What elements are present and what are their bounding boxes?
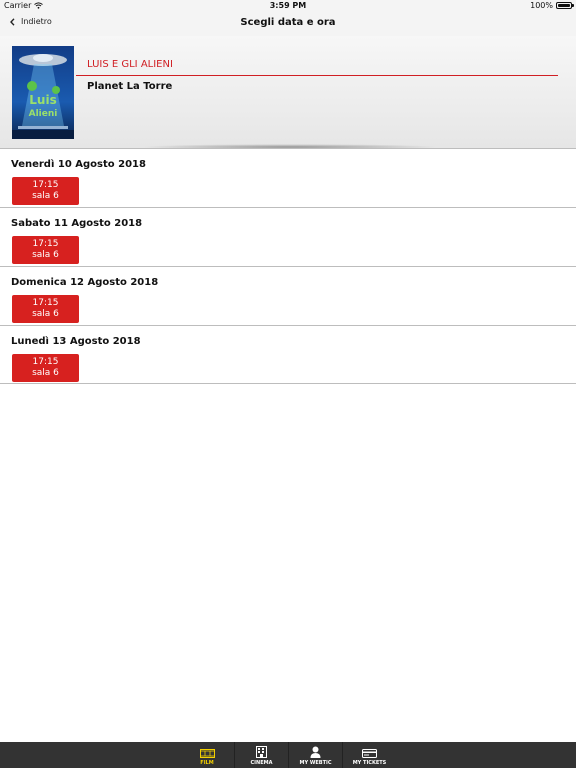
- showtime-room: sala 6: [32, 250, 59, 260]
- cinema-name: Planet La Torre: [87, 81, 173, 92]
- battery-indicator: 100%: [530, 1, 574, 10]
- showtime-time: 17:15: [32, 180, 59, 190]
- svg-text:Luis: Luis: [29, 93, 56, 107]
- day-label: Domenica 12 Agosto 2018: [11, 277, 159, 288]
- tab-cinema[interactable]: CINEMA: [234, 742, 288, 768]
- tab-label: MY TICKETS: [352, 760, 387, 766]
- day-label: Sabato 11 Agosto 2018: [11, 218, 143, 229]
- tab-label: FILM: [200, 760, 214, 766]
- tab-label: MY WEBTIC: [299, 760, 332, 766]
- showtime-time: 17:15: [32, 298, 59, 308]
- page-title: Scegli data e ora: [240, 17, 336, 28]
- navigation-bar: Indietro Scegli data e ora: [0, 12, 576, 36]
- day-section: Venerdì 10 Agosto 2018 17:15 sala 6: [0, 148, 576, 207]
- day-section: Domenica 12 Agosto 2018 17:15 sala 6: [0, 266, 576, 325]
- showtime-time: 17:15: [32, 357, 59, 367]
- tab-my-tickets[interactable]: MY TICKETS: [342, 742, 396, 768]
- status-bar: Carrier 3:59 PM 100%: [0, 0, 576, 12]
- ticket-icon: [362, 749, 377, 758]
- tab-label: CINEMA: [250, 760, 273, 766]
- showtime-room: sala 6: [32, 309, 59, 319]
- building-icon: [256, 746, 267, 758]
- day-label: Venerdì 10 Agosto 2018: [11, 159, 146, 170]
- battery-percent: 100%: [530, 1, 553, 10]
- tab-film[interactable]: FILM: [180, 742, 234, 768]
- day-section: Sabato 11 Agosto 2018 17:15 sala 6: [0, 207, 576, 266]
- showtime-time: 17:15: [32, 239, 59, 249]
- day-section: Lunedì 13 Agosto 2018 17:15 sala 6: [0, 325, 576, 384]
- user-icon: [310, 746, 321, 758]
- svg-text:Alieni: Alieni: [29, 109, 58, 119]
- showtime-button[interactable]: 17:15 sala 6: [12, 236, 79, 264]
- status-time: 3:59 PM: [269, 1, 307, 10]
- battery-icon: [556, 2, 574, 9]
- tab-my-webtic[interactable]: MY WEBTIC: [288, 742, 342, 768]
- showtime-room: sala 6: [32, 191, 59, 201]
- showtime-room: sala 6: [32, 368, 59, 378]
- showtime-button[interactable]: 17:15 sala 6: [12, 295, 79, 323]
- movie-header: Luis Alieni LUIS E GLI ALIENI Planet La …: [0, 36, 576, 150]
- film-icon: [199, 749, 215, 758]
- showings-list: Venerdì 10 Agosto 2018 17:15 sala 6 Saba…: [0, 148, 576, 384]
- tab-bar: FILM CINEMA MY WEBTIC MY TICKETS: [0, 742, 576, 768]
- movie-title: LUIS E GLI ALIENI: [87, 59, 173, 70]
- day-label: Lunedì 13 Agosto 2018: [11, 336, 141, 347]
- showtime-button[interactable]: 17:15 sala 6: [12, 177, 79, 205]
- showtime-button[interactable]: 17:15 sala 6: [12, 354, 79, 382]
- title-divider: [76, 75, 558, 76]
- movie-poster-image: Luis Alieni: [12, 46, 74, 139]
